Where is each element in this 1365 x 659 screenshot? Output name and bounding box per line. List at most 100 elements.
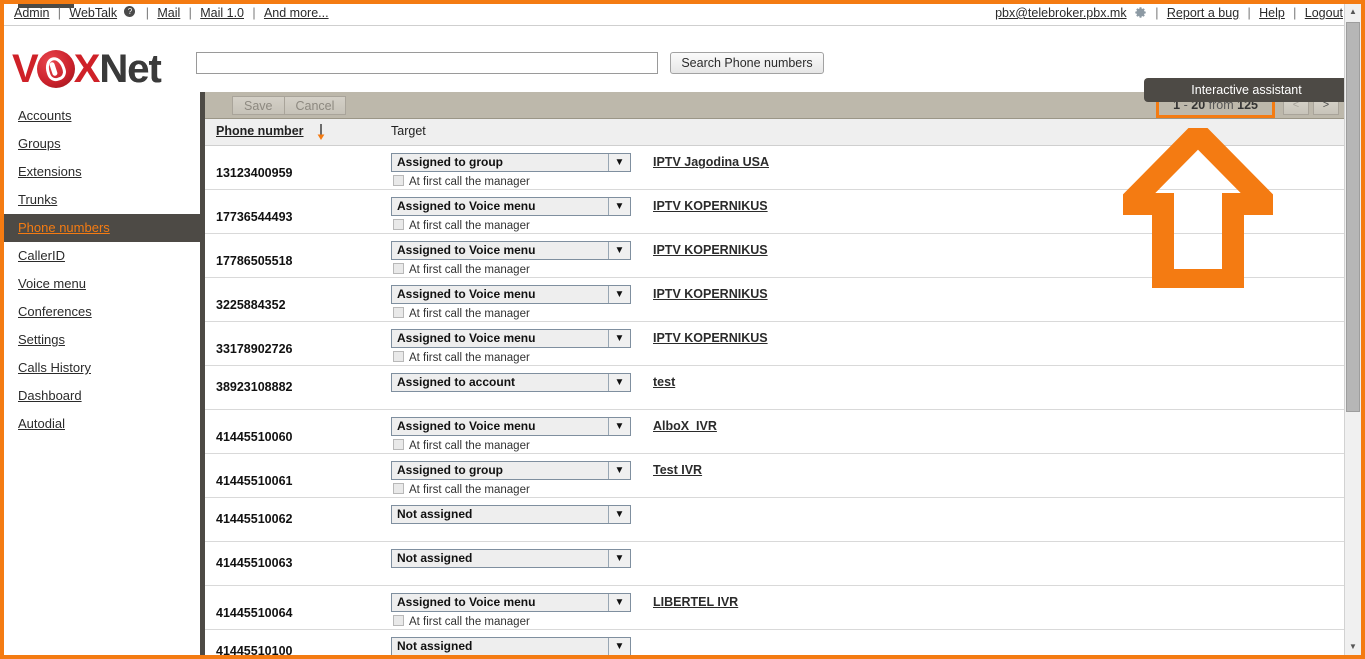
- assignment-select-value: Not assigned: [397, 507, 473, 521]
- sidebar-item-conferences[interactable]: Conferences: [4, 298, 200, 326]
- sidebar-item-label: Extensions: [18, 164, 82, 179]
- first-call-manager-checkbox[interactable]: [393, 615, 404, 626]
- scroll-down-arrow-icon[interactable]: ▼: [1345, 639, 1361, 655]
- voxnet-logo[interactable]: V X Net: [12, 48, 162, 90]
- chevron-down-icon[interactable]: ▼: [608, 638, 630, 655]
- assignment-select[interactable]: Assigned to Voice menu ▼: [391, 197, 631, 216]
- sidebar-item-label: Accounts: [18, 108, 72, 123]
- assignment-select[interactable]: Assigned to group ▼: [391, 153, 631, 172]
- chevron-down-icon[interactable]: ▼: [608, 154, 630, 171]
- first-call-manager-option[interactable]: At first call the manager: [393, 615, 530, 628]
- table-row: 33178902726 Assigned to Voice menu ▼ At fir…: [205, 322, 1345, 366]
- save-button[interactable]: Save: [232, 96, 284, 115]
- phone-number-cell: 3225884352: [216, 298, 286, 312]
- chevron-down-icon[interactable]: ▼: [608, 242, 630, 259]
- table-row: 41445510063 Not assigned ▼: [205, 542, 1345, 586]
- assignment-select[interactable]: Assigned to Voice menu ▼: [391, 417, 631, 436]
- first-call-manager-label: At first call the manager: [409, 308, 530, 320]
- first-call-manager-checkbox[interactable]: [393, 263, 404, 274]
- chevron-down-icon[interactable]: ▼: [608, 286, 630, 303]
- sidebar-item-groups[interactable]: Groups: [4, 130, 200, 158]
- nav-link-and-more[interactable]: And more...: [264, 6, 329, 20]
- first-call-manager-checkbox[interactable]: [393, 351, 404, 362]
- column-header-phone-number[interactable]: Phone number: [216, 124, 304, 138]
- sidebar-item-voice-menu[interactable]: Voice menu: [4, 270, 200, 298]
- target-link[interactable]: IPTV KOPERNIKUS: [653, 331, 768, 345]
- first-call-manager-checkbox[interactable]: [393, 175, 404, 186]
- nav-link-report-bug[interactable]: Report a bug: [1167, 6, 1239, 20]
- target-link[interactable]: LIBERTEL IVR: [653, 595, 738, 609]
- assignment-select-value: Assigned to group: [397, 155, 503, 169]
- assignment-select[interactable]: Assigned to Voice menu ▼: [391, 241, 631, 260]
- target-link[interactable]: Test IVR: [653, 463, 702, 477]
- sidebar-item-settings[interactable]: Settings: [4, 326, 200, 354]
- sidebar-item-trunks[interactable]: Trunks: [4, 186, 200, 214]
- assignment-select[interactable]: Not assigned ▼: [391, 549, 631, 568]
- assignment-select[interactable]: Assigned to Voice menu ▼: [391, 593, 631, 612]
- sort-descending-icon[interactable]: [315, 123, 327, 141]
- assignment-select[interactable]: Assigned to Voice menu ▼: [391, 285, 631, 304]
- nav-link-webtalk[interactable]: WebTalk: [69, 6, 117, 20]
- nav-link-mail[interactable]: Mail: [157, 6, 180, 20]
- target-link[interactable]: AlboX_IVR: [653, 419, 717, 433]
- sidebar-item-phone-numbers[interactable]: Phone numbers: [4, 214, 200, 242]
- first-call-manager-option[interactable]: At first call the manager: [393, 219, 530, 232]
- sidebar-item-calls-history[interactable]: Calls History: [4, 354, 200, 382]
- sidebar-item-extensions[interactable]: Extensions: [4, 158, 200, 186]
- target-link[interactable]: IPTV KOPERNIKUS: [653, 199, 768, 213]
- chevron-down-icon[interactable]: ▼: [608, 374, 630, 391]
- chevron-down-icon[interactable]: ▼: [608, 594, 630, 611]
- chevron-down-icon[interactable]: ▼: [608, 506, 630, 523]
- assignment-select[interactable]: Not assigned ▼: [391, 505, 631, 524]
- sidebar-item-dashboard[interactable]: Dashboard: [4, 382, 200, 410]
- first-call-manager-checkbox[interactable]: [393, 219, 404, 230]
- assignment-select[interactable]: Assigned to group ▼: [391, 461, 631, 480]
- phone-number-cell: 38923108882: [216, 380, 293, 394]
- chevron-down-icon[interactable]: ▼: [608, 462, 630, 479]
- phone-number-cell: 41445510060: [216, 430, 293, 444]
- sidebar-item-callerid[interactable]: CallerID: [4, 242, 200, 270]
- chevron-down-icon[interactable]: ▼: [608, 550, 630, 567]
- first-call-manager-option[interactable]: At first call the manager: [393, 351, 530, 364]
- search-input[interactable]: [196, 52, 658, 74]
- table-row: 41445510100 Not assigned ▼: [205, 630, 1345, 655]
- browser-scrollbar[interactable]: ▲ ▼: [1344, 4, 1361, 655]
- table-row: 41445510064 Assigned to Voice menu ▼ At fir…: [205, 586, 1345, 630]
- nav-link-logout[interactable]: Logout: [1305, 6, 1343, 20]
- phone-number-cell: 17786505518: [216, 254, 293, 268]
- first-call-manager-option[interactable]: At first call the manager: [393, 263, 530, 276]
- target-link[interactable]: test: [653, 375, 675, 389]
- assignment-select[interactable]: Not assigned ▼: [391, 637, 631, 655]
- sidebar-item-label: Dashboard: [18, 388, 82, 403]
- first-call-manager-option[interactable]: At first call the manager: [393, 307, 530, 320]
- nav-separator: |: [188, 6, 192, 20]
- first-call-manager-option[interactable]: At first call the manager: [393, 483, 530, 496]
- cancel-button[interactable]: Cancel: [283, 96, 347, 115]
- first-call-manager-option[interactable]: At first call the manager: [393, 439, 530, 452]
- help-question-icon[interactable]: ?: [124, 6, 136, 17]
- search-area: Search Phone numbers: [196, 52, 824, 74]
- first-call-manager-checkbox[interactable]: [393, 483, 404, 494]
- scroll-up-arrow-icon[interactable]: ▲: [1345, 4, 1361, 20]
- nav-link-help[interactable]: Help: [1259, 6, 1285, 20]
- chevron-down-icon[interactable]: ▼: [608, 198, 630, 215]
- chevron-down-icon[interactable]: ▼: [608, 418, 630, 435]
- assignment-select[interactable]: Assigned to account ▼: [391, 373, 631, 392]
- first-call-manager-checkbox[interactable]: [393, 307, 404, 318]
- scrollbar-thumb[interactable]: [1346, 22, 1360, 412]
- account-email-link[interactable]: pbx@telebroker.pbx.mk: [995, 6, 1127, 20]
- target-link[interactable]: IPTV KOPERNIKUS: [653, 243, 768, 257]
- target-link[interactable]: IPTV Jagodina USA: [653, 155, 769, 169]
- gear-icon[interactable]: [1134, 6, 1147, 19]
- assignment-select[interactable]: Assigned to Voice menu ▼: [391, 329, 631, 348]
- nav-link-admin[interactable]: Admin: [14, 6, 49, 20]
- nav-link-mail-1-0[interactable]: Mail 1.0: [200, 6, 244, 20]
- sidebar-item-autodial[interactable]: Autodial: [4, 410, 200, 438]
- sidebar-item-accounts[interactable]: Accounts: [4, 102, 200, 130]
- first-call-manager-checkbox[interactable]: [393, 439, 404, 450]
- first-call-manager-option[interactable]: At first call the manager: [393, 175, 530, 188]
- search-phone-numbers-button[interactable]: Search Phone numbers: [670, 52, 824, 74]
- chevron-down-icon[interactable]: ▼: [608, 330, 630, 347]
- interactive-assistant-tab[interactable]: Interactive assistant: [1144, 78, 1349, 102]
- target-link[interactable]: IPTV KOPERNIKUS: [653, 287, 768, 301]
